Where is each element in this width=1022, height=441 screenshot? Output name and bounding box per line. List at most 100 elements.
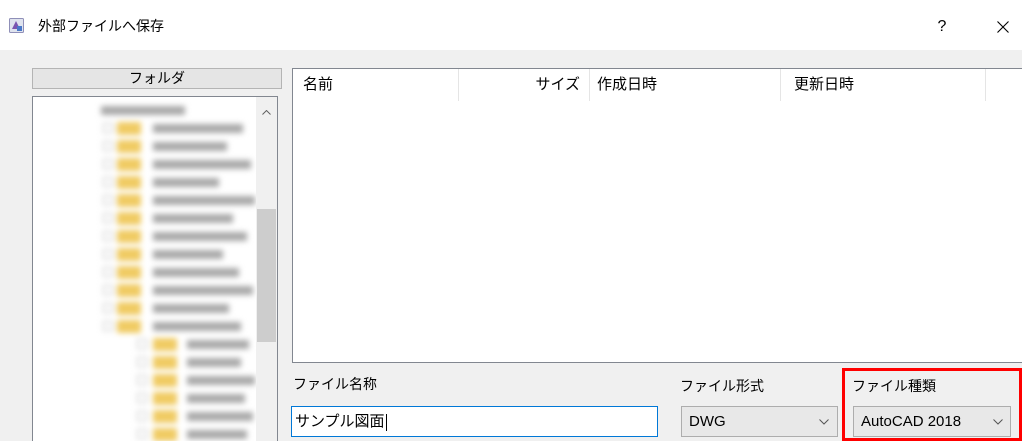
expand-icon[interactable] — [103, 123, 113, 133]
expand-icon[interactable] — [103, 267, 113, 277]
file-name-value: サンプル図面 — [295, 413, 385, 430]
folder-name — [153, 214, 233, 223]
folder-tree-item[interactable] — [33, 155, 256, 173]
folder-tree-item[interactable] — [33, 407, 256, 425]
chevron-down-icon — [819, 419, 829, 425]
folder-name — [187, 376, 255, 385]
folder-name — [187, 358, 241, 367]
file-type-value: AutoCAD 2018 — [861, 413, 962, 430]
expand-icon[interactable] — [103, 321, 113, 331]
scroll-up-button[interactable] — [256, 97, 277, 127]
file-list[interactable]: 名前 サイズ 作成日時 更新日時 — [292, 68, 1022, 363]
file-name-input[interactable]: サンプル図面 — [291, 406, 658, 437]
chevron-down-icon — [993, 419, 1003, 425]
folder-name — [153, 304, 229, 313]
folder-name — [153, 124, 243, 133]
folder-tree-item[interactable] — [33, 335, 256, 353]
folder-tree-item[interactable] — [33, 281, 256, 299]
expand-icon[interactable] — [137, 375, 147, 385]
folder-icon — [153, 410, 177, 423]
folder-icon — [117, 176, 141, 189]
expand-icon[interactable] — [103, 141, 113, 151]
folder-icon — [117, 194, 141, 207]
folder-icon — [153, 356, 177, 369]
folder-tree-item[interactable] — [33, 191, 256, 209]
expand-icon[interactable] — [103, 213, 113, 223]
window-title: 外部ファイルへ保存 — [38, 18, 164, 34]
folder-tree-item[interactable] — [33, 245, 256, 263]
scroll-thumb[interactable] — [257, 209, 276, 342]
folder-tree-item[interactable] — [33, 389, 256, 407]
help-button[interactable]: ? — [925, 10, 959, 44]
folder-name — [153, 142, 227, 151]
expand-icon[interactable] — [103, 249, 113, 259]
folder-name — [153, 286, 253, 295]
folder-name — [153, 268, 239, 277]
expand-icon[interactable] — [103, 195, 113, 205]
expand-icon[interactable] — [103, 303, 113, 313]
app-icon — [9, 18, 24, 33]
file-name-label: ファイル名称 — [293, 376, 377, 392]
column-header-name[interactable]: 名前 — [293, 69, 459, 101]
expand-icon[interactable] — [137, 429, 147, 439]
folder-name — [101, 106, 185, 115]
chevron-up-icon — [262, 110, 271, 115]
folder-tree-item[interactable] — [33, 227, 256, 245]
folder-name — [153, 178, 219, 187]
folder-icon — [117, 122, 141, 135]
folder-tree-item[interactable] — [33, 173, 256, 191]
folder-icon — [117, 266, 141, 279]
file-type-label: ファイル種類 — [852, 378, 936, 394]
folder-name — [153, 196, 255, 205]
folder-tree-item[interactable] — [33, 209, 256, 227]
folder-name — [153, 250, 223, 259]
expand-icon[interactable] — [103, 285, 113, 295]
folder-name — [187, 430, 247, 439]
title-bar: 外部ファイルへ保存 ? — [0, 0, 1022, 50]
expand-icon[interactable] — [137, 357, 147, 367]
folder-name — [153, 160, 251, 169]
column-header-modified[interactable]: 更新日時 — [781, 69, 986, 101]
folder-tree-item[interactable] — [33, 353, 256, 371]
file-list-header: 名前 サイズ 作成日時 更新日時 — [293, 69, 1022, 101]
folder-tree-item[interactable] — [33, 425, 256, 441]
folder-icon — [117, 212, 141, 225]
folder-name — [153, 232, 247, 241]
close-icon — [997, 21, 1009, 33]
file-type-select[interactable]: AutoCAD 2018 — [853, 406, 1011, 437]
folder-icon — [117, 140, 141, 153]
folder-tree-item[interactable] — [33, 101, 256, 119]
file-list-body[interactable] — [293, 101, 1022, 362]
folder-tree-item[interactable] — [33, 299, 256, 317]
folder-tree-item[interactable] — [33, 263, 256, 281]
folder-icon — [153, 428, 177, 441]
text-caret — [385, 413, 387, 431]
file-format-select[interactable]: DWG — [681, 406, 838, 437]
folder-name — [187, 394, 245, 403]
folder-name — [187, 340, 249, 349]
folder-icon — [117, 248, 141, 261]
expand-icon[interactable] — [103, 159, 113, 169]
folder-icon — [153, 392, 177, 405]
column-header-created[interactable]: 作成日時 — [590, 69, 781, 101]
expand-icon[interactable] — [103, 231, 113, 241]
folder-icon — [117, 158, 141, 171]
folder-name — [153, 322, 241, 331]
folder-icon — [153, 338, 177, 351]
close-button[interactable] — [985, 10, 1022, 44]
folder-tree-item[interactable] — [33, 317, 256, 335]
expand-icon[interactable] — [137, 393, 147, 403]
folder-tree-item[interactable] — [33, 371, 256, 389]
tree-scrollbar[interactable] — [256, 97, 277, 441]
expand-icon[interactable] — [137, 339, 147, 349]
expand-icon[interactable] — [137, 411, 147, 421]
folder-icon — [117, 284, 141, 297]
folder-icon — [117, 320, 141, 333]
folder-tree[interactable] — [32, 96, 278, 441]
file-format-label: ファイル形式 — [680, 378, 764, 394]
folder-tree-item[interactable] — [33, 119, 256, 137]
folder-tree-item[interactable] — [33, 137, 256, 155]
folder-panel-header: フォルダ — [32, 68, 282, 89]
expand-icon[interactable] — [103, 177, 113, 187]
column-header-size[interactable]: サイズ — [459, 69, 590, 101]
